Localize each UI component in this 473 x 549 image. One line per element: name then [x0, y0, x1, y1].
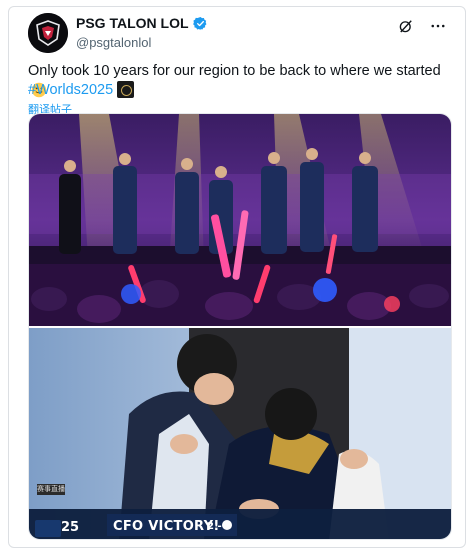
- grok-icon[interactable]: [397, 17, 415, 35]
- author-avatar[interactable]: [28, 13, 68, 53]
- banner-score: 2 - 0: [207, 521, 233, 532]
- tweet-media[interactable]: 赛事直播 25 CFO VICTORY! 2 - 0: [28, 113, 452, 540]
- banner-victory-text: CFO VICTORY!: [113, 519, 220, 534]
- verified-badge-icon: [192, 16, 206, 30]
- stream-tag: 赛事直播: [37, 484, 65, 495]
- author-name-text: PSG TALON LOL: [76, 15, 189, 31]
- hashtag-text: #Worlds2025: [28, 81, 114, 98]
- tweet-top-actions: [397, 17, 447, 35]
- media-photos: [29, 114, 451, 539]
- author-name[interactable]: PSG TALON LOL: [76, 15, 208, 31]
- tweet-text-body: Only took 10 years for our region to be …: [28, 63, 441, 79]
- banner-number: 25: [61, 520, 80, 535]
- psg-talon-logo-icon: [28, 13, 68, 53]
- hashtag-link[interactable]: #Worlds2025: [28, 81, 135, 98]
- celebration-photo: [29, 328, 451, 539]
- worlds-hashflag-icon: [117, 81, 135, 98]
- more-options-icon[interactable]: [429, 17, 447, 35]
- stage-photo: [29, 114, 451, 326]
- worlds-logo-icon: [35, 520, 61, 537]
- author-handle[interactable]: @psgtalonlol: [76, 35, 151, 50]
